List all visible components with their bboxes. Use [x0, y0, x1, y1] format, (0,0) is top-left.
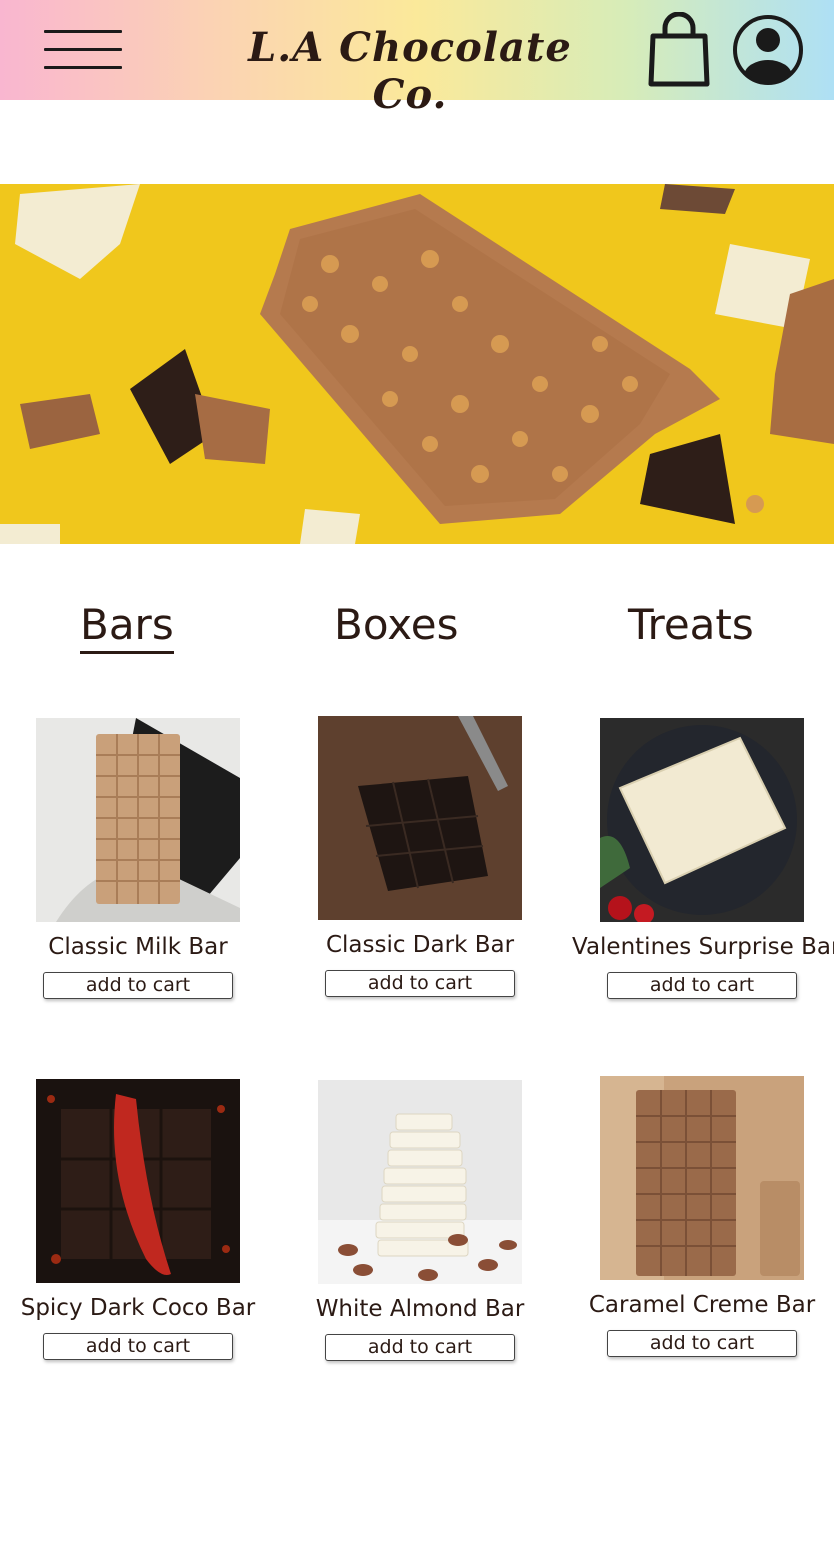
user-avatar-icon[interactable] [732, 14, 804, 86]
product-name: Valentines Surprise Bar [572, 934, 834, 960]
tab-treats[interactable]: Treats [628, 600, 754, 649]
add-to-cart-button[interactable]: add to cart [607, 1330, 797, 1357]
product-image[interactable] [36, 1079, 240, 1283]
tab-boxes[interactable]: Boxes [334, 600, 459, 649]
product-name: Classic Dark Bar [325, 932, 515, 958]
product-name: Spicy Dark Coco Bar [20, 1295, 256, 1321]
add-to-cart-button[interactable]: add to cart [325, 1334, 515, 1361]
brand-logo[interactable]: L.A Chocolate Co. [220, 24, 600, 118]
hamburger-menu-icon[interactable] [44, 28, 124, 72]
top-header: L.A Chocolate Co. [0, 0, 834, 118]
product-name: White Almond Bar [315, 1296, 525, 1322]
product-card: Valentines Surprise Bar add to cart [572, 718, 834, 999]
product-name: Caramel Creme Bar [588, 1292, 816, 1318]
add-to-cart-button[interactable]: add to cart [325, 970, 515, 997]
add-to-cart-button[interactable]: add to cart [43, 1333, 233, 1360]
product-image[interactable] [318, 1080, 522, 1284]
product-image[interactable] [318, 716, 522, 920]
add-to-cart-button[interactable]: add to cart [607, 972, 797, 999]
product-card: Caramel Creme Bar add to cart [572, 1076, 832, 1357]
product-name: Classic Milk Bar [48, 934, 228, 960]
product-image[interactable] [36, 718, 240, 922]
add-to-cart-button[interactable]: add to cart [43, 972, 233, 999]
product-card: Classic Milk Bar add to cart [8, 718, 268, 999]
shopping-bag-icon[interactable] [648, 12, 710, 88]
hero-banner-image [0, 184, 834, 544]
product-card: Spicy Dark Coco Bar add to cart [8, 1079, 268, 1360]
product-card: Classic Dark Bar add to cart [290, 716, 550, 997]
product-image[interactable] [600, 718, 804, 922]
product-image[interactable] [600, 1076, 804, 1280]
product-card: White Almond Bar add to cart [290, 1080, 550, 1361]
tab-bars[interactable]: Bars [80, 600, 174, 654]
